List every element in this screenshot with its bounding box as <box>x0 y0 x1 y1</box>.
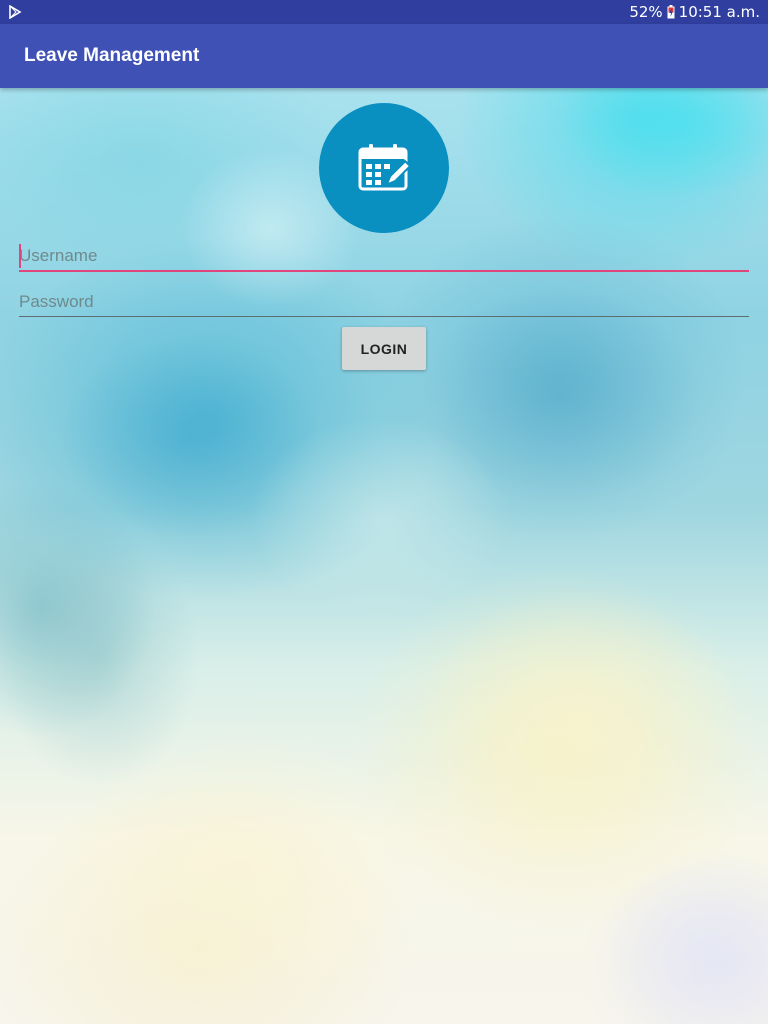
app-title: Leave Management <box>24 45 200 66</box>
username-underline <box>19 270 749 272</box>
play-store-notification-icon <box>9 5 22 19</box>
password-input[interactable] <box>19 285 749 319</box>
login-button[interactable]: LOGIN <box>342 327 426 370</box>
calendar-edit-icon <box>358 144 412 191</box>
login-content: LOGIN <box>0 88 768 1024</box>
login-screen: 52% 10:51 a.m. Leave Management Username… <box>0 0 768 1024</box>
battery-icon <box>667 5 675 19</box>
status-bar: 52% 10:51 a.m. <box>0 0 768 24</box>
username-field[interactable] <box>19 239 749 275</box>
password-underline <box>19 316 749 317</box>
username-input[interactable] <box>19 239 749 273</box>
password-field[interactable] <box>19 285 749 321</box>
status-right-group: 52% 10:51 a.m. <box>629 0 760 24</box>
app-logo <box>319 103 449 233</box>
status-time: 10:51 a.m. <box>678 3 760 21</box>
text-cursor <box>19 244 21 268</box>
battery-percent: 52% <box>629 3 663 21</box>
app-bar: Leave Management <box>0 24 768 88</box>
